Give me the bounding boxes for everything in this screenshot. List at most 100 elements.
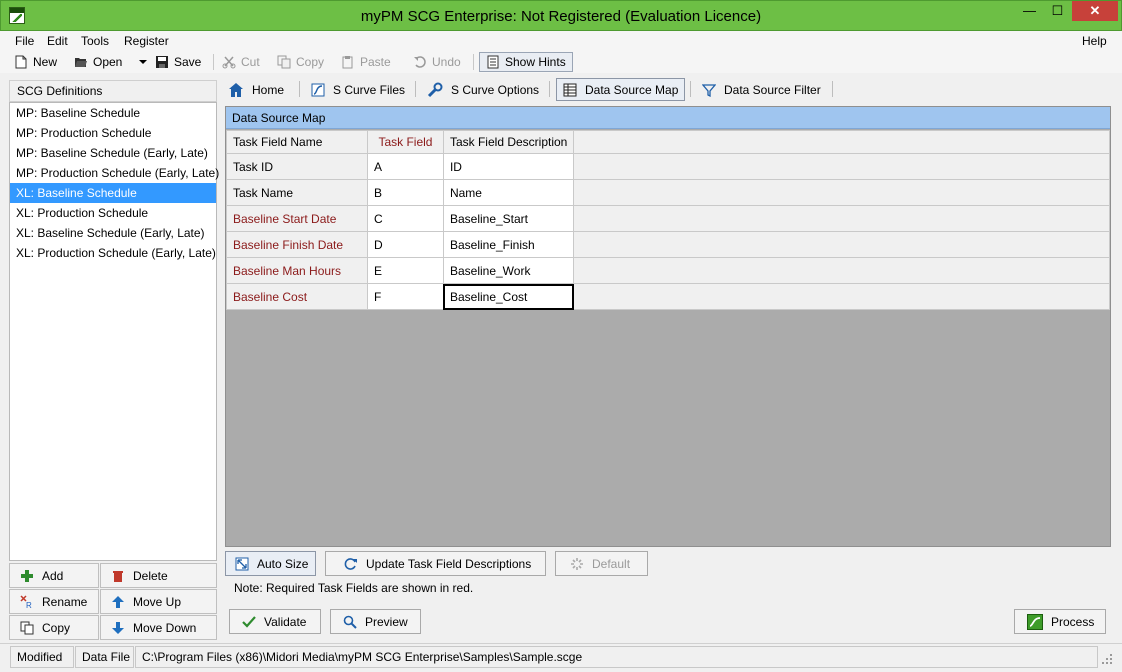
task-field-description-cell[interactable]: Baseline_Work bbox=[442, 257, 575, 284]
title-bar: myPM SCG Enterprise: Not Registered (Eva… bbox=[0, 0, 1122, 31]
rename-icon: R bbox=[20, 594, 32, 609]
tab-s-curve-options[interactable]: S Curve Options bbox=[421, 78, 545, 101]
s-curve-file-icon bbox=[311, 83, 325, 96]
move-down-button[interactable]: Move Down bbox=[100, 615, 217, 640]
menu-bar: File Edit Tools Register Help bbox=[0, 31, 1122, 51]
maximize-button[interactable]: ☐ bbox=[1045, 1, 1070, 21]
delete-button[interactable]: Delete bbox=[100, 563, 217, 588]
auto-size-button[interactable]: Auto Size bbox=[225, 551, 316, 576]
status-bar: Modified Data File C:\Program Files (x86… bbox=[0, 643, 1122, 672]
chevron-down-icon bbox=[139, 60, 147, 64]
default-label: Default bbox=[592, 556, 631, 571]
process-scg-icon bbox=[1027, 613, 1043, 630]
scissors-icon bbox=[222, 56, 236, 69]
task-field-cell[interactable]: E bbox=[366, 257, 444, 284]
task-field-cell[interactable]: F bbox=[366, 283, 444, 310]
checkmark-icon bbox=[242, 615, 256, 628]
save-label: Save bbox=[174, 55, 202, 69]
home-icon bbox=[229, 82, 243, 97]
cut-button[interactable]: Cut bbox=[222, 52, 260, 72]
wrench-icon bbox=[427, 82, 443, 97]
window-title: myPM SCG Enterprise: Not Registered (Eva… bbox=[360, 8, 762, 25]
rename-button[interactable]: R Rename bbox=[9, 589, 99, 614]
task-field-description-cell[interactable]: Name bbox=[442, 179, 575, 206]
new-button[interactable]: New bbox=[14, 52, 57, 72]
definition-list-item[interactable]: XL: Baseline Schedule (Early, Late) bbox=[10, 223, 216, 243]
process-label: Process bbox=[1051, 614, 1095, 629]
data-source-map-panel: Data Source Map Task Field Name Task Fie… bbox=[225, 106, 1111, 547]
status-modified: Modified bbox=[10, 646, 74, 668]
arrow-down-icon bbox=[112, 621, 124, 634]
update-descriptions-button[interactable]: Update Task Field Descriptions bbox=[325, 551, 546, 576]
resize-grip-icon[interactable] bbox=[1100, 652, 1114, 666]
tab-data-source-map-label: Data Source Map bbox=[585, 82, 679, 97]
header-task-field[interactable]: Task Field bbox=[366, 130, 444, 154]
header-task-field-description[interactable]: Task Field Description bbox=[442, 130, 575, 154]
task-field-name-cell: Task Name bbox=[226, 179, 368, 206]
definition-list-item[interactable]: XL: Baseline Schedule bbox=[10, 183, 216, 203]
menu-help[interactable]: Help bbox=[1082, 34, 1107, 48]
task-field-cell[interactable]: A bbox=[366, 153, 444, 180]
tab-data-source-map[interactable]: Data Source Map bbox=[556, 78, 686, 101]
new-document-icon bbox=[15, 55, 27, 69]
panel-title: Data Source Map bbox=[226, 107, 1110, 129]
preview-button[interactable]: Preview bbox=[330, 609, 421, 634]
table-row: Baseline Start Date C Baseline_Start bbox=[226, 205, 1110, 232]
task-field-name-cell: Task ID bbox=[226, 153, 368, 180]
task-field-description-cell[interactable]: Baseline_Start bbox=[442, 205, 575, 232]
table-row: Task ID A ID bbox=[226, 153, 1110, 180]
paste-button[interactable]: Paste bbox=[341, 52, 391, 72]
open-button[interactable]: Open bbox=[74, 52, 122, 72]
move-down-label: Move Down bbox=[133, 620, 197, 635]
close-button[interactable]: ✕ bbox=[1072, 1, 1118, 21]
task-field-description-cell[interactable]: ID bbox=[442, 153, 575, 180]
status-data-file-label: Data File bbox=[75, 646, 134, 668]
validate-button[interactable]: Validate bbox=[229, 609, 321, 634]
definition-list-item[interactable]: XL: Production Schedule bbox=[10, 203, 216, 223]
undo-button[interactable]: Undo bbox=[413, 52, 461, 72]
filter-icon bbox=[702, 83, 716, 97]
task-field-cell[interactable]: C bbox=[366, 205, 444, 232]
tab-s-curve-files[interactable]: S Curve Files bbox=[305, 78, 411, 101]
tab-home[interactable]: Home bbox=[222, 78, 290, 101]
show-hints-button[interactable]: Show Hints bbox=[479, 52, 573, 72]
task-field-description-cell[interactable]: Baseline_Cost bbox=[442, 283, 575, 310]
minimize-button[interactable]: — bbox=[1017, 1, 1042, 21]
task-field-cell[interactable]: D bbox=[366, 231, 444, 258]
default-button[interactable]: Default bbox=[555, 551, 648, 576]
header-task-field-name[interactable]: Task Field Name bbox=[226, 130, 368, 154]
table-map-icon bbox=[563, 83, 577, 96]
spinner-icon bbox=[571, 557, 583, 570]
task-field-cell[interactable]: B bbox=[366, 179, 444, 206]
definition-list-item[interactable]: MP: Baseline Schedule bbox=[10, 103, 216, 123]
tab-data-source-filter-label: Data Source Filter bbox=[724, 82, 821, 97]
trash-icon bbox=[113, 570, 123, 582]
status-data-file-path: C:\Program Files (x86)\Midori Media\myPM… bbox=[135, 646, 1098, 668]
process-button[interactable]: Process bbox=[1014, 609, 1106, 634]
task-field-grid[interactable]: Task Field Name Task Field Task Field De… bbox=[226, 130, 1110, 546]
folder-open-icon bbox=[75, 58, 87, 67]
definition-list-item[interactable]: XL: Production Schedule (Early, Late) bbox=[10, 243, 216, 263]
undo-label: Undo bbox=[432, 55, 461, 69]
copy-definition-button[interactable]: Copy bbox=[9, 615, 99, 640]
menu-tools[interactable]: Tools bbox=[81, 34, 109, 48]
tab-bar: Home S Curve Files S Curve Options Data … bbox=[222, 77, 1115, 102]
tab-data-source-filter[interactable]: Data Source Filter bbox=[696, 78, 827, 101]
move-up-button[interactable]: Move Up bbox=[100, 589, 217, 614]
menu-edit[interactable]: Edit bbox=[47, 34, 68, 48]
definition-list-item[interactable]: MP: Baseline Schedule (Early, Late) bbox=[10, 143, 216, 163]
scg-definitions-list[interactable]: MP: Baseline Schedule MP: Production Sche… bbox=[9, 102, 219, 561]
copy-button[interactable]: Copy bbox=[277, 52, 324, 72]
task-field-name-cell: Baseline Man Hours bbox=[226, 257, 368, 284]
definition-list-item[interactable]: MP: Production Schedule bbox=[10, 123, 216, 143]
definition-list-item[interactable]: MP: Production Schedule (Early, Late) bbox=[10, 163, 219, 183]
paste-icon bbox=[342, 56, 353, 69]
open-dropdown-arrow[interactable] bbox=[136, 52, 150, 72]
save-button[interactable]: Save bbox=[155, 52, 201, 72]
menu-file[interactable]: File bbox=[15, 34, 34, 48]
menu-register[interactable]: Register bbox=[124, 34, 169, 48]
table-header-row: Task Field Name Task Field Task Field De… bbox=[226, 130, 1110, 154]
new-label: New bbox=[33, 55, 58, 69]
add-button[interactable]: Add bbox=[9, 563, 99, 588]
task-field-description-cell[interactable]: Baseline_Finish bbox=[442, 231, 575, 258]
